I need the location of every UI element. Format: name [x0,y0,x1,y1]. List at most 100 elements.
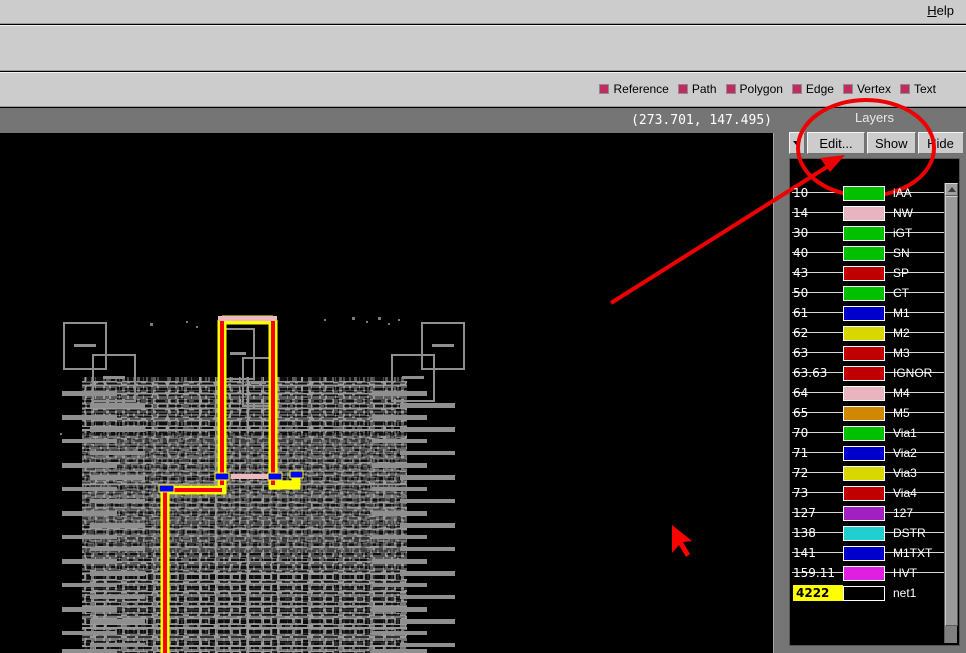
layer-row[interactable]: 73 Via4 [790,483,946,503]
menu-help-mnemonic: H [927,3,937,18]
layer-number: 40 [793,246,809,260]
layout-canvas-graphics [0,133,773,653]
layers-list[interactable]: 10 iAA 14 NW 30 iGT 40 SN 43 SP 50 CT 61 M1 62 M2 63 M3 63… [789,158,960,646]
layer-row[interactable]: 61 M1 [790,303,946,323]
menu-item-help[interactable]: Help [923,2,958,19]
swatch-icon [842,84,853,94]
legend-entry-reference[interactable]: Reference [599,82,669,96]
layer-color-swatch-icon[interactable] [843,385,885,401]
layer-number: 141 [793,546,816,560]
layer-name: M4 [893,386,910,400]
layer-color-swatch-icon[interactable] [843,425,885,441]
layer-number: 127 [793,506,816,520]
layer-row[interactable]: 141 M1TXT [790,543,946,563]
layer-row[interactable]: 65 M5 [790,403,946,423]
legend-entry-vertex[interactable]: Vertex [842,82,891,96]
layer-row[interactable]: 50 CT [790,283,946,303]
layer-color-swatch-icon[interactable] [843,525,885,541]
layer-row[interactable]: 71 Via2 [790,443,946,463]
layer-number: 70 [793,426,809,440]
swatch-icon [791,84,802,94]
layer-color-swatch-icon[interactable] [843,465,885,481]
layer-row[interactable]: 62 M2 [790,323,946,343]
layer-name: M2 [893,326,910,340]
layers-dropdown-button[interactable] [789,132,805,154]
layer-color-swatch-icon[interactable] [843,545,885,561]
layer-row[interactable]: 63 M3 [790,343,946,363]
layer-color-swatch-icon[interactable] [843,205,885,221]
layer-name: M1TXT [893,546,933,560]
layer-row[interactable]: 10 iAA [790,183,946,203]
layer-number: 159.11 [793,566,835,580]
panel-splitter[interactable] [773,133,783,653]
layer-name: SN [893,246,910,260]
layer-row[interactable]: 43 SP [790,263,946,283]
legend-label: Path [691,82,717,96]
layer-row[interactable]: 159.11 HVT [790,563,946,583]
hide-button[interactable]: Hide [917,132,964,154]
layer-color-swatch-icon[interactable] [843,325,885,341]
layers-toolbar: Edit... Show Hide [789,132,964,154]
layer-color-swatch-icon[interactable] [843,485,885,501]
legend-entry-path[interactable]: Path [677,82,717,96]
layer-color-swatch-icon[interactable] [843,405,885,421]
layer-color-swatch-icon[interactable] [843,365,885,381]
layer-color-swatch-icon[interactable] [843,505,885,521]
layer-name: IGNOR [893,366,933,380]
layer-row[interactable]: 14 NW [790,203,946,223]
layer-color-swatch-icon[interactable] [843,305,885,321]
layer-color-swatch-icon[interactable] [843,445,885,461]
layer-color-swatch-icon[interactable] [843,345,885,361]
layer-color-swatch-icon[interactable] [843,185,885,201]
layer-name: net1 [893,586,917,600]
layer-number: 14 [793,206,809,220]
layer-color-swatch-icon[interactable] [843,245,885,261]
scrollbar-thumb[interactable] [945,196,958,626]
legend-entry-edge[interactable]: Edge [791,82,834,96]
layer-row[interactable]: 70 Via1 [790,423,946,443]
layer-row[interactable]: 64 M4 [790,383,946,403]
swatch-icon [899,84,910,94]
show-button[interactable]: Show [867,132,916,154]
layer-name: SP [893,266,910,280]
layer-name: CT [893,286,909,300]
layer-number: 72 [793,466,809,480]
layer-row[interactable]: 40 SN [790,243,946,263]
layer-row[interactable]: 63.63 IGNOR [790,363,946,383]
layer-color-swatch-icon[interactable] [843,225,885,241]
legend-label: Polygon [739,82,783,96]
toolbar-upper [0,25,966,71]
coordinate-readout: (273.701, 147.495) [631,113,772,128]
legend-entry-text[interactable]: Text [899,82,936,96]
layer-color-swatch-icon[interactable] [843,285,885,301]
layer-name: 127 [893,506,914,520]
layer-number: 61 [793,306,809,320]
layer-row[interactable]: 138 DSTR [790,523,946,543]
scroll-up-arrow-icon[interactable] [945,183,958,196]
legend-entry-polygon[interactable]: Polygon [725,82,783,96]
layer-name: DSTR [893,526,926,540]
layer-color-swatch-icon[interactable] [843,265,885,281]
layers-panel-title: Layers [854,110,895,125]
layer-name: NW [893,206,913,220]
layer-row[interactable]: 72 Via3 [790,463,946,483]
layer-row[interactable]: 30 iGT [790,223,946,243]
edit-button[interactable]: Edit... [807,132,865,154]
layer-row[interactable]: 127 127 [790,503,946,523]
layer-number: 4222 [793,585,843,601]
swatch-icon [599,84,610,94]
selection-type-legend: Reference Path Polygon Edge Vertex Text [599,80,936,98]
layer-name: M3 [893,346,910,360]
layer-name: M5 [893,406,910,420]
layer-color-swatch-icon[interactable] [843,565,885,581]
layer-name: Via2 [893,446,917,460]
layer-number: 10 [793,186,809,200]
layers-scrollbar[interactable] [944,183,958,643]
menu-bar: Help [0,0,966,24]
layer-number: 63 [793,346,809,360]
layer-row[interactable]: 4222 net1 [790,583,946,603]
layer-name: HVT [893,566,917,580]
layout-canvas[interactable] [0,133,773,653]
layer-number: 62 [793,326,809,340]
layer-color-swatch-icon[interactable] [843,585,885,601]
